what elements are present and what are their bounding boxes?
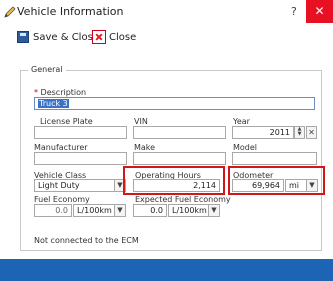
close-icon [92, 30, 106, 44]
chevron-down-icon: ▼ [117, 206, 123, 214]
fuel-economy-unit-dropdown[interactable]: ▼ [114, 204, 126, 217]
required-mark: * [34, 88, 38, 97]
pencil-icon [4, 6, 16, 18]
odometer-field[interactable]: 69,964 [232, 179, 284, 192]
year-clear-button[interactable]: ✕ [306, 126, 317, 139]
manufacturer-field[interactable] [34, 152, 127, 165]
fuel-economy-label: Fuel Economy [34, 195, 90, 204]
make-field[interactable] [133, 152, 226, 165]
expected-fuel-economy-unit-select[interactable]: L/100km [168, 204, 210, 217]
odometer-unit-select[interactable]: mi [285, 179, 307, 192]
chevron-down-icon[interactable]: ▼ [295, 132, 304, 137]
vin-label: VIN [134, 117, 148, 126]
description-label: * Description [34, 88, 86, 97]
title-bar: Vehicle Information ? ✕ [0, 0, 333, 24]
make-label: Make [134, 143, 156, 152]
fuel-economy-field[interactable]: 0.0 [34, 204, 72, 217]
vin-field[interactable] [133, 126, 226, 139]
year-spinner[interactable]: ▲ ▼ [294, 126, 305, 139]
expected-fuel-economy-field[interactable]: 0.0 [133, 204, 167, 217]
model-label: Model [233, 143, 258, 152]
window-close-button[interactable]: ✕ [306, 0, 333, 23]
help-button[interactable]: ? [291, 5, 297, 18]
close-button[interactable]: Close [92, 30, 137, 46]
manufacturer-label: Manufacturer [34, 143, 88, 152]
floppy-disk-icon [17, 31, 29, 43]
clear-icon: ✕ [308, 128, 315, 137]
description-field[interactable]: Truck 3 [34, 97, 315, 110]
save-close-label: Save & Close [33, 32, 99, 43]
ecm-status-text: Not connected to the ECM [34, 236, 139, 245]
license-plate-field[interactable] [34, 126, 127, 139]
description-value: Truck 3 [38, 99, 69, 108]
description-label-text: Description [40, 88, 87, 97]
year-field[interactable]: 2011 [232, 126, 294, 139]
chevron-down-icon: ▼ [117, 181, 123, 189]
fuel-economy-unit-select[interactable]: L/100km [73, 204, 117, 217]
toolbar: Save & Close Close [0, 30, 200, 46]
group-legend: General [28, 65, 66, 74]
chevron-down-icon: ▼ [309, 181, 315, 189]
license-plate-label: License Plate [40, 117, 93, 126]
vehicle-class-select[interactable]: Light Duty [34, 179, 115, 192]
odometer-unit-dropdown[interactable]: ▼ [306, 179, 318, 192]
chevron-down-icon: ▼ [211, 206, 217, 214]
expected-fuel-economy-unit-dropdown[interactable]: ▼ [208, 204, 220, 217]
operating-hours-field[interactable]: 2,114 [133, 179, 220, 192]
model-field[interactable] [232, 152, 317, 165]
expected-fuel-economy-label: Expected Fuel Economy [135, 195, 231, 204]
footer-bar [0, 259, 333, 281]
window-title: Vehicle Information [17, 5, 124, 18]
close-label: Close [109, 32, 137, 43]
year-label: Year [233, 117, 250, 126]
